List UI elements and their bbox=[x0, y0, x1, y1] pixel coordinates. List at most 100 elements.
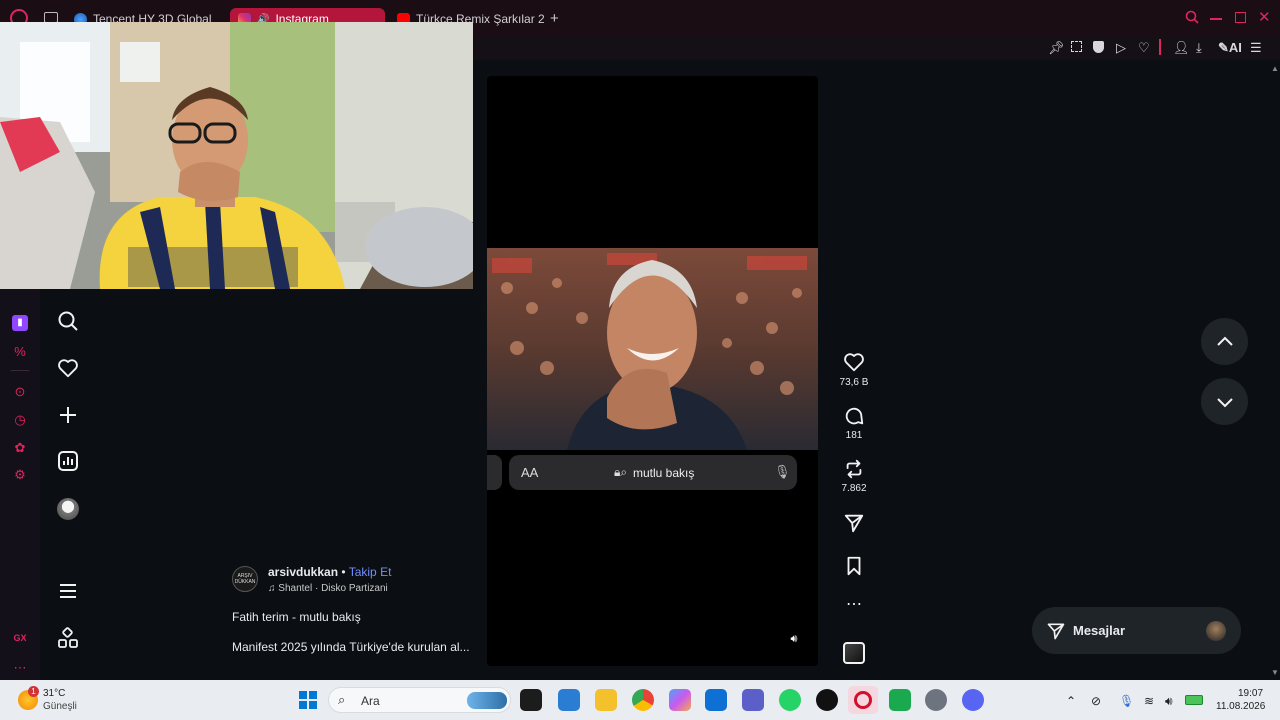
search-tabs-icon[interactable] bbox=[1185, 10, 1199, 27]
taskbar-search-box[interactable]: ⌕ Ara bbox=[328, 687, 511, 713]
repost-icon[interactable] bbox=[843, 458, 865, 480]
snapshot-icon[interactable] bbox=[1071, 41, 1082, 52]
more-menu-icon[interactable] bbox=[57, 580, 79, 602]
post-title: Fatih terim - mutlu bakış bbox=[232, 610, 361, 624]
repost-count: 7.862 bbox=[841, 483, 867, 494]
copilot-icon[interactable] bbox=[669, 689, 691, 711]
windows-start-icon[interactable] bbox=[298, 690, 318, 710]
opera-icon bbox=[854, 691, 872, 709]
post-description[interactable]: Manifest 2025 yılında Türkiye'de kurulan… bbox=[232, 640, 470, 654]
chevron-down-icon bbox=[1216, 397, 1233, 407]
profile-avatar[interactable] bbox=[57, 498, 79, 520]
whatsapp-icon[interactable] bbox=[779, 689, 801, 711]
share-icon[interactable] bbox=[843, 512, 865, 534]
post-username[interactable]: arsivdukkan bbox=[268, 565, 338, 579]
heart-icon[interactable]: ♡ bbox=[1138, 40, 1150, 56]
like-icon[interactable] bbox=[843, 351, 865, 373]
store-icon[interactable] bbox=[705, 689, 727, 711]
discord-icon[interactable] bbox=[962, 689, 984, 711]
twitch-icon[interactable]: ▮ bbox=[12, 315, 28, 331]
post-audio[interactable]: ♫ Shantel · Disko Partizani bbox=[268, 583, 388, 594]
page-scrollbar[interactable]: ▲ ▼ bbox=[1268, 60, 1280, 680]
tray-chevron-up-icon[interactable]: ⌃ bbox=[1066, 694, 1076, 708]
post-author-avatar[interactable]: ARŞIV DÜKKAN bbox=[232, 566, 258, 592]
follow-button[interactable]: Takip Et bbox=[349, 565, 392, 579]
minimize-icon[interactable] bbox=[1210, 18, 1222, 20]
text-size-label: AA bbox=[521, 465, 539, 480]
ai-button[interactable]: ✎AI bbox=[1218, 40, 1242, 56]
music-note-icon: ♫ bbox=[268, 583, 279, 594]
settings-icon[interactable]: ⚙ bbox=[12, 467, 28, 483]
outlook-icon[interactable] bbox=[558, 689, 580, 711]
play-icon[interactable]: ▷ bbox=[1116, 40, 1126, 56]
toolbar-divider bbox=[1159, 39, 1161, 55]
safari-address-bar: AA 🔒︎⌕ mutlu bakış 🎙︎ bbox=[509, 455, 797, 490]
messages-avatar bbox=[1206, 621, 1226, 641]
scroll-up-icon[interactable]: ▲ bbox=[1271, 64, 1279, 73]
account-icon[interactable]: 👤︎ bbox=[1173, 40, 1190, 56]
webcam-overlay bbox=[0, 22, 473, 289]
mute-icon[interactable]: 🔊︎ bbox=[785, 633, 803, 649]
reel-photo bbox=[487, 248, 818, 450]
wifi-icon[interactable]: ≋ bbox=[1144, 694, 1154, 708]
sync-off-icon[interactable]: ⊘ bbox=[1091, 694, 1101, 708]
previous-reel-button[interactable] bbox=[1201, 318, 1248, 365]
close-icon[interactable]: ✕ bbox=[1258, 8, 1271, 26]
scroll-down-icon[interactable]: ▼ bbox=[1271, 668, 1279, 677]
volume-icon[interactable]: 🔊︎ bbox=[1165, 694, 1173, 709]
more-options-icon[interactable]: ⋯ bbox=[843, 597, 865, 620]
download-icon[interactable]: ⤓ bbox=[1196, 40, 1202, 56]
search-icon: ⌕ bbox=[338, 692, 346, 707]
lock-search-icon: 🔒︎⌕ bbox=[614, 465, 628, 479]
player-icon[interactable]: ⊙ bbox=[12, 384, 28, 400]
new-tab-button[interactable]: + bbox=[550, 10, 559, 27]
messages-label: Mesajlar bbox=[1073, 623, 1126, 638]
taskbar-search-placeholder: Ara bbox=[361, 694, 380, 708]
notifications-heart-icon[interactable] bbox=[57, 357, 79, 379]
comment-icon[interactable] bbox=[843, 405, 865, 427]
clock-time[interactable]: 19:07 bbox=[1238, 688, 1263, 699]
save-bookmark-icon[interactable] bbox=[843, 555, 865, 577]
create-post-icon[interactable] bbox=[57, 404, 79, 426]
header-separator: • bbox=[341, 565, 346, 579]
instagram-nav bbox=[40, 289, 96, 680]
settings-gear-icon[interactable] bbox=[925, 689, 947, 711]
weather-temp[interactable]: 31°C bbox=[43, 688, 65, 699]
post-audio-label: Shantel · Disko Partizani bbox=[278, 583, 388, 594]
safari-bar-edge bbox=[487, 455, 502, 490]
percent-icon[interactable]: % bbox=[12, 344, 28, 360]
extensions-icon[interactable]: ✿ bbox=[12, 440, 28, 456]
opera-gx-icon[interactable] bbox=[816, 689, 838, 711]
search-highlight-image bbox=[467, 692, 507, 709]
comment-count: 181 bbox=[845, 430, 863, 441]
chevron-up-icon bbox=[1216, 336, 1233, 346]
gx-icon[interactable]: GX bbox=[12, 633, 28, 649]
history-icon[interactable]: ◷ bbox=[12, 412, 28, 428]
weather-badge: 1 bbox=[28, 686, 39, 697]
audio-thumbnail[interactable] bbox=[843, 642, 865, 664]
safari-search-text: mutlu bakış bbox=[633, 466, 695, 480]
spreadsheet-icon[interactable] bbox=[889, 689, 911, 711]
like-count: 73,6 B bbox=[839, 377, 869, 388]
messages-button[interactable]: Mesajlar bbox=[1032, 607, 1241, 654]
ai-label: AI bbox=[1228, 40, 1242, 55]
opera-active-app[interactable] bbox=[848, 686, 878, 714]
chrome-icon[interactable] bbox=[632, 689, 654, 711]
menu-icon[interactable]: ☰ bbox=[1250, 40, 1262, 56]
battery-icon[interactable] bbox=[1185, 695, 1203, 705]
also-from-meta-icon[interactable] bbox=[57, 627, 79, 649]
restore-icon[interactable] bbox=[1235, 12, 1246, 23]
microphone-icon: 🎙︎ bbox=[774, 464, 791, 479]
microphone-tray-icon[interactable]: 🎙︎ bbox=[1119, 694, 1134, 708]
weather-desc: Güneşli bbox=[43, 701, 77, 712]
pin-icon[interactable]: 📌︎ bbox=[1048, 40, 1065, 56]
file-explorer-icon[interactable] bbox=[595, 689, 617, 711]
next-reel-button[interactable] bbox=[1201, 378, 1248, 425]
search-icon[interactable] bbox=[57, 310, 79, 332]
task-view-icon[interactable] bbox=[520, 689, 542, 711]
insights-icon[interactable] bbox=[57, 450, 79, 472]
clock-date[interactable]: 11.08.2026 bbox=[1216, 701, 1265, 712]
teams-icon[interactable] bbox=[742, 689, 764, 711]
more-icon[interactable]: ⋯ bbox=[12, 660, 28, 676]
shield-icon[interactable] bbox=[1093, 41, 1104, 53]
